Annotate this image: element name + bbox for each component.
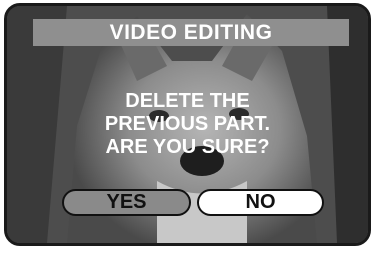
lcd-screen: VIDEO EDITING DELETE THE PREVIOUS PART. … (4, 3, 371, 246)
yes-button[interactable]: YES (62, 189, 191, 216)
message-line: ARE YOU SURE? (105, 136, 270, 158)
confirmation-message: DELETE THE PREVIOUS PART. ARE YOU SURE? (7, 90, 368, 159)
message-line: DELETE THE (125, 90, 250, 112)
title-bar: VIDEO EDITING (33, 19, 349, 46)
no-button[interactable]: NO (197, 189, 324, 216)
message-line: PREVIOUS PART. (104, 113, 271, 135)
dialog-title: VIDEO EDITING (109, 20, 273, 44)
